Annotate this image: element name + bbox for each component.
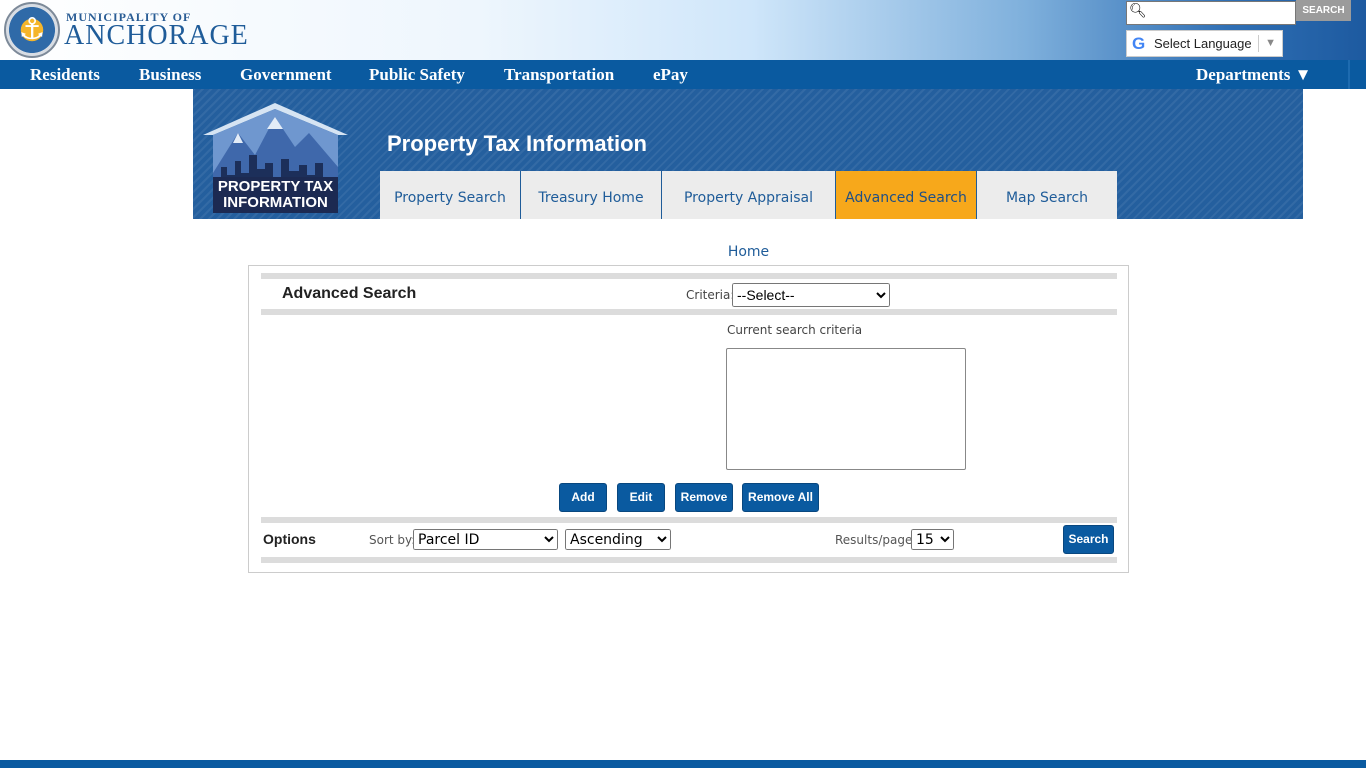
add-button[interactable]: Add <box>559 483 607 512</box>
property-tax-logo[interactable]: PROPERTY TAX INFORMATION <box>203 103 348 213</box>
municipality-seal-logo[interactable]: ⚓ <box>4 2 60 58</box>
results-per-page-label: Results/page: <box>835 533 917 547</box>
tab-advanced-search[interactable]: Advanced Search <box>836 171 977 219</box>
divider-bar <box>261 557 1117 563</box>
current-criteria-listbox[interactable] <box>726 348 966 470</box>
divider-bar <box>261 517 1117 523</box>
nav-item-residents[interactable]: Residents <box>30 65 100 85</box>
site-search-input[interactable] <box>1147 4 1293 22</box>
sort-by-label: Sort by: <box>369 533 416 547</box>
nav-item-government[interactable]: Government <box>240 65 332 85</box>
remove-button[interactable]: Remove <box>675 483 733 512</box>
nav-divider <box>1348 60 1350 89</box>
tab-property-search[interactable]: Property Search <box>380 171 521 219</box>
nav-item-departments[interactable]: Departments ▼ <box>1196 65 1312 85</box>
site-search-box: 🔍︎ <box>1126 1 1296 25</box>
page-title: Property Tax Information <box>387 131 647 156</box>
sort-order-select[interactable]: Ascending <box>565 529 671 550</box>
site-header: ⚓ MUNICIPALITY OF ANCHORAGE 🔍︎ SEARCH G … <box>0 0 1366 60</box>
nav-item-epay[interactable]: ePay <box>653 65 688 85</box>
site-search-button[interactable]: SEARCH <box>1296 0 1351 21</box>
google-g-icon: G <box>1132 34 1146 53</box>
tab-treasury-home[interactable]: Treasury Home <box>521 171 662 219</box>
search-icon: 🔍︎ <box>1129 3 1147 19</box>
results-per-page-select[interactable]: 15 <box>911 529 954 550</box>
chevron-down-icon: ▼ <box>1258 35 1276 52</box>
nav-item-transportation[interactable]: Transportation <box>504 65 614 85</box>
tab-map-search[interactable]: Map Search <box>977 171 1117 219</box>
edit-button[interactable]: Edit <box>617 483 665 512</box>
advanced-search-panel: Advanced Search Criteria: --Select-- Cur… <box>248 265 1129 573</box>
footer-bar <box>0 760 1366 768</box>
criteria-label: Criteria: <box>686 288 735 302</box>
options-label: Options <box>263 531 316 547</box>
logo-text-line1: PROPERTY TAX <box>218 178 333 195</box>
nav-item-business[interactable]: Business <box>139 65 201 85</box>
remove-all-button[interactable]: Remove All <box>742 483 819 512</box>
current-criteria-label: Current search criteria <box>727 323 863 337</box>
criteria-select[interactable]: --Select-- <box>732 283 890 307</box>
brand-title[interactable]: ANCHORAGE <box>64 20 249 52</box>
advanced-search-heading: Advanced Search <box>282 285 417 302</box>
language-selector[interactable]: G Select Language ▼ <box>1126 30 1283 57</box>
search-button[interactable]: Search <box>1063 525 1114 554</box>
tab-property-appraisal-home[interactable]: Property Appraisal Home <box>662 171 836 260</box>
sort-field-select[interactable]: Parcel ID <box>413 529 558 550</box>
language-label: Select Language <box>1154 36 1252 51</box>
property-tax-banner: PROPERTY TAX INFORMATION Property Tax In… <box>193 89 1303 260</box>
anchor-icon: ⚓ <box>18 12 46 47</box>
nav-item-public-safety[interactable]: Public Safety <box>369 65 465 85</box>
divider-bar <box>261 273 1117 279</box>
logo-text-line2: INFORMATION <box>223 194 328 211</box>
main-navigation: Residents Business Government Public Saf… <box>0 60 1366 89</box>
divider-bar <box>261 309 1117 315</box>
